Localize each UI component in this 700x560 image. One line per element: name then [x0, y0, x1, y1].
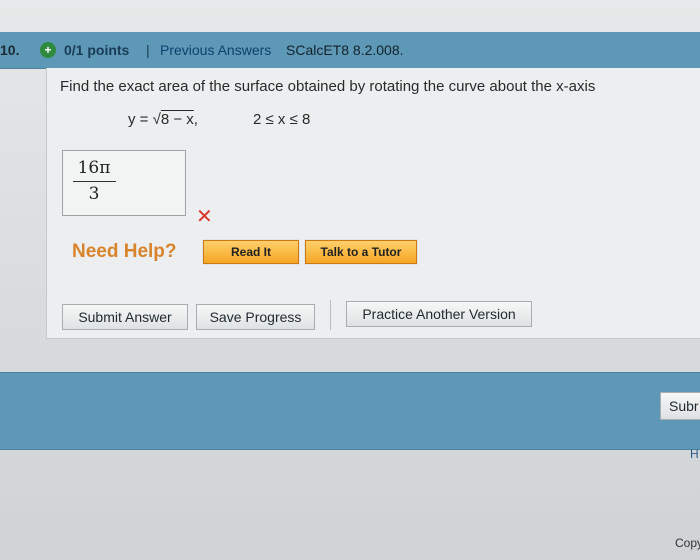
submit-assignment-button[interactable]: Subr [660, 392, 700, 420]
answer-numerator: 16π [77, 158, 111, 178]
copyright-text: Copy [675, 536, 700, 550]
submit-answer-button[interactable]: Submit Answer [62, 304, 188, 330]
save-progress-button[interactable]: Save Progress [196, 304, 315, 330]
talk-to-tutor-button[interactable]: Talk to a Tutor [304, 239, 418, 265]
plus-circle-icon[interactable]: + [40, 42, 56, 58]
read-it-button[interactable]: Read It [202, 239, 300, 265]
home-link[interactable]: H [690, 447, 699, 461]
header-separator: | [146, 42, 150, 58]
equation-separator: , [193, 111, 198, 128]
practice-another-version-button[interactable]: Practice Another Version [346, 301, 532, 327]
previous-answers-link[interactable]: Previous Answers [160, 42, 271, 58]
equation-radicand: 8 − x [160, 111, 194, 128]
answer-denominator: 3 [88, 184, 100, 204]
equation-lhs: y = √ [128, 111, 161, 128]
curve-interval: 2 ≤ x ≤ 8 [253, 111, 311, 128]
question-prompt: Find the exact area of the surface obtai… [60, 78, 596, 95]
question-code: SCalcET8 8.2.008. [286, 42, 404, 58]
button-divider [330, 300, 331, 330]
footer-bar [0, 372, 700, 450]
need-help-label: Need Help? [72, 241, 177, 262]
points-score: 0/1 points [64, 42, 130, 58]
fraction-bar [73, 181, 116, 182]
curve-equation: y = √8 − x, [128, 111, 198, 128]
wrong-x-icon: ✕ [196, 206, 213, 228]
question-number: 10. [0, 42, 20, 58]
